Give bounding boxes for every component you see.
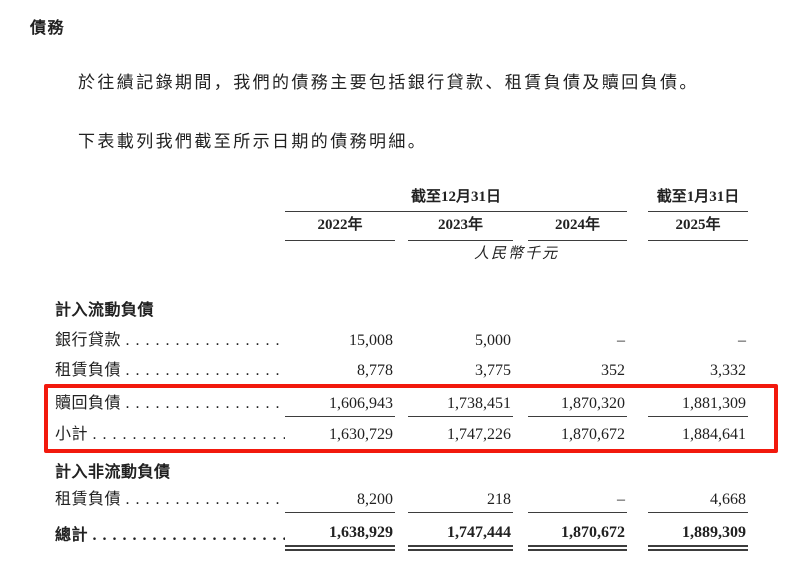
value-cell-2024年: – <box>617 332 626 349</box>
column-header-2023: 2023年 <box>408 211 513 241</box>
value-cell-2022年: 15,008 <box>349 332 393 349</box>
column-gap <box>513 383 528 416</box>
table-row: 總計 . . . . . . . . . . . . . . . . . . .… <box>55 512 749 551</box>
row-label-text: 總計 <box>55 527 89 544</box>
unit-note-row: 人民幣千元 <box>55 240 748 266</box>
table-row: 贖回負債 . . . . . . . . . . . . . . . . . .… <box>55 383 749 417</box>
column-gap <box>395 323 408 353</box>
column-gap <box>395 485 408 512</box>
column-gap <box>395 353 408 383</box>
value-cell-2024年: 1,870,672 <box>528 512 628 551</box>
dot-leader: . . . . . . . . . . . . . . . . . . . . … <box>125 362 285 379</box>
column-gap <box>395 383 408 416</box>
row-label: 贖回負債 . . . . . . . . . . . . . . . . . .… <box>55 383 285 416</box>
column-gap <box>513 353 528 383</box>
row-label: 銀行貸款 . . . . . . . . . . . . . . . . . .… <box>55 323 285 353</box>
column-gap <box>395 416 408 447</box>
value-cell-2024年: 352 <box>601 362 626 379</box>
column-header-2022: 2022年 <box>285 211 395 241</box>
value-cell-2025年: 1,881,309 <box>648 383 749 417</box>
column-gap <box>513 323 528 353</box>
row-label-text: 小計 <box>55 426 89 443</box>
table-row: 小計 . . . . . . . . . . . . . . . . . . .… <box>55 416 748 447</box>
value-cell-2025年: 1,884,641 <box>682 426 747 443</box>
column-gap <box>627 485 648 512</box>
table-row: 銀行貸款 . . . . . . . . . . . . . . . . . .… <box>55 323 748 353</box>
section-header-row: 計入流動負債 <box>55 296 748 323</box>
row-label: 租賃負債 . . . . . . . . . . . . . . . . . .… <box>55 485 285 512</box>
value-cell-2025年: – <box>738 332 747 349</box>
spacer-row <box>55 266 748 296</box>
value-cell-2024年: 1,870,672 <box>561 426 626 443</box>
value-cell-2022年: 1,630,729 <box>329 426 393 443</box>
value-cell-2022年: 1,638,929 <box>285 512 395 551</box>
column-gap <box>513 416 528 447</box>
column-gap <box>627 383 648 416</box>
column-header-2025: 2025年 <box>648 211 749 241</box>
value-cell-2025年: 4,668 <box>648 485 749 513</box>
debt-detail-table: 截至12月31日 截至1月31日 2022年 2023年 2024年 2025年… <box>55 183 749 551</box>
column-gap <box>627 416 648 447</box>
value-cell-2024年: – <box>528 485 628 513</box>
value-cell-2025年: 3,332 <box>710 362 747 379</box>
column-group-dec31: 截至12月31日 <box>285 183 628 212</box>
value-cell-2024年: 1,870,320 <box>528 383 628 417</box>
column-gap <box>395 512 408 548</box>
section-label: 計入流動負債 <box>55 302 155 319</box>
year-header-row: 2022年 2023年 2024年 2025年 <box>55 211 749 241</box>
row-label-text: 銀行貸款 <box>55 332 122 349</box>
row-label-text: 租賃負債 <box>55 491 122 508</box>
column-gap <box>513 512 528 548</box>
value-cell-2023年: 218 <box>408 485 513 513</box>
table-row: 租賃負債 . . . . . . . . . . . . . . . . . .… <box>55 485 749 513</box>
row-label: 總計 . . . . . . . . . . . . . . . . . . .… <box>55 512 285 548</box>
currency-unit-note: 人民幣千元 <box>474 246 560 262</box>
value-cell-2023年: 3,775 <box>475 362 511 379</box>
column-group-jan31: 截至1月31日 <box>648 183 749 212</box>
row-label-text: 租賃負債 <box>55 362 122 379</box>
value-cell-2022年: 1,606,943 <box>285 383 395 417</box>
table-row: 租賃負債 . . . . . . . . . . . . . . . . . .… <box>55 353 748 383</box>
value-cell-2023年: 1,747,444 <box>408 512 513 551</box>
dot-leader: . . . . . . . . . . . . . . . . . . . . … <box>92 426 285 443</box>
row-label: 小計 . . . . . . . . . . . . . . . . . . .… <box>55 416 285 447</box>
dot-leader: . . . . . . . . . . . . . . . . . . . . … <box>125 395 285 412</box>
row-label: 租賃負債 . . . . . . . . . . . . . . . . . .… <box>55 353 285 383</box>
column-header-2024: 2024年 <box>528 211 628 241</box>
dot-leader: . . . . . . . . . . . . . . . . . . . . … <box>125 491 285 508</box>
section-label: 計入非流動負債 <box>55 464 171 481</box>
column-group-header-row: 截至12月31日 截至1月31日 <box>55 183 749 212</box>
page-title: 債務 <box>30 20 66 37</box>
column-gap <box>627 353 648 383</box>
column-gap <box>627 512 648 548</box>
column-gap <box>513 485 528 512</box>
document-page: 債務 於往績記錄期間，我們的債務主要包括銀行貸款、租賃負債及贖回負債。 下表載列… <box>0 0 799 572</box>
value-cell-2023年: 1,738,451 <box>408 383 513 417</box>
column-gap <box>627 323 648 353</box>
row-label-text: 贖回負債 <box>55 395 122 412</box>
dot-leader: . . . . . . . . . . . . . . . . . . . . … <box>125 332 285 349</box>
table-lead-paragraph: 下表載列我們截至所示日期的債務明細。 <box>78 132 428 151</box>
dot-leader: . . . . . . . . . . . . . . . . . . . . … <box>92 527 285 544</box>
section-header-row: 計入非流動負債 <box>55 447 748 485</box>
value-cell-2023年: 5,000 <box>475 332 511 349</box>
intro-paragraph: 於往績記錄期間，我們的債務主要包括銀行貸款、租賃負債及贖回負債。 <box>78 73 699 92</box>
value-cell-2022年: 8,200 <box>285 485 395 513</box>
value-cell-2023年: 1,747,226 <box>447 426 511 443</box>
value-cell-2025年: 1,889,309 <box>648 512 749 551</box>
value-cell-2022年: 8,778 <box>357 362 393 379</box>
